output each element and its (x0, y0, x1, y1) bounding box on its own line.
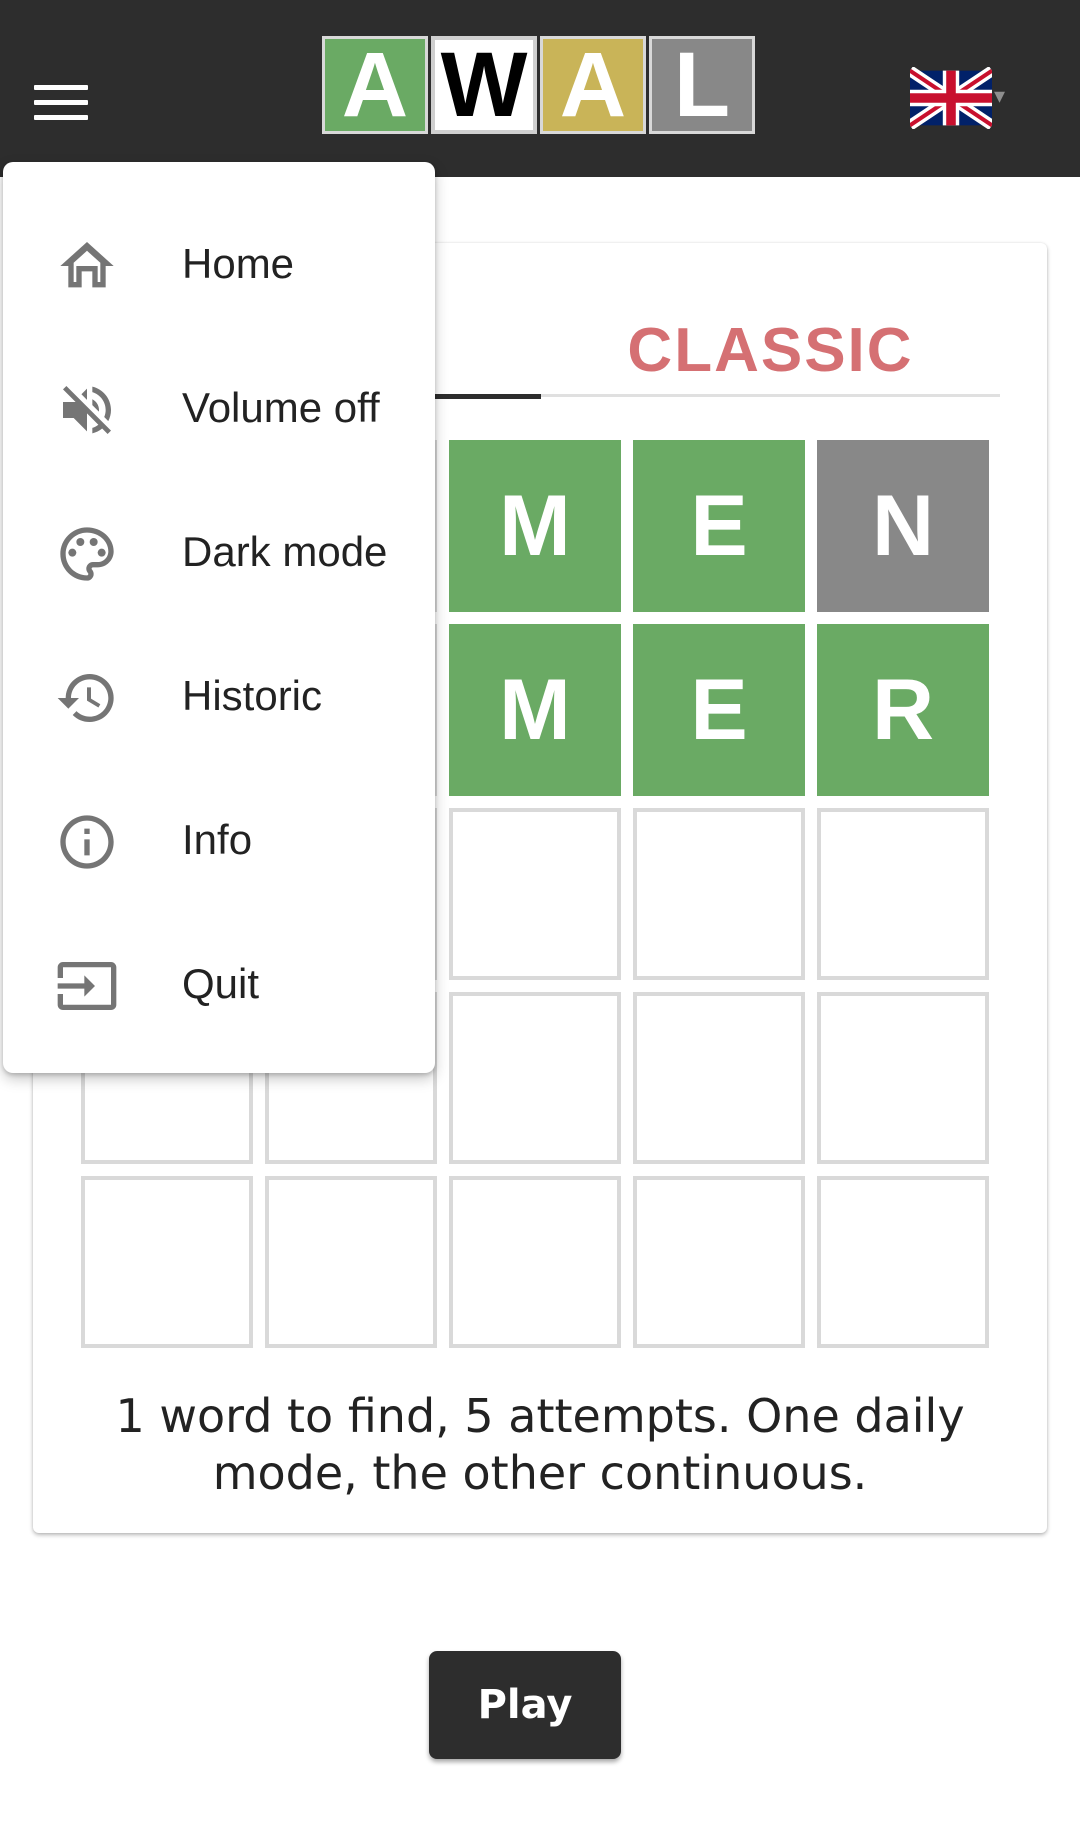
menu-item-label: Dark mode (182, 528, 388, 575)
grid-cell (633, 992, 805, 1164)
menu-item-quit[interactable]: Quit (3, 912, 435, 1056)
hamburger-line (34, 85, 88, 90)
play-button[interactable]: Play (429, 1651, 621, 1759)
logo-tile: A (322, 36, 428, 134)
menu-item-label: Quit (182, 960, 260, 1007)
grid-cell (449, 808, 621, 980)
grid-cell (449, 992, 621, 1164)
menu-item-label: Home (182, 240, 295, 287)
top-app-bar: A W A L ▾ (0, 0, 1080, 177)
menu-item-home[interactable]: Home (3, 192, 435, 336)
menu-item-label: Volume off (182, 384, 380, 431)
menu-item-label: Info (182, 816, 253, 863)
history-icon (55, 666, 119, 730)
grid-cell (449, 1176, 621, 1348)
mode-description: 1 word to find, 5 attempts. One daily mo… (93, 1388, 987, 1502)
exit-icon (55, 954, 119, 1018)
tab-classic[interactable]: CLASSIC (541, 303, 1000, 397)
menu-item-historic[interactable]: Historic (3, 624, 435, 768)
volume-off-icon (55, 378, 119, 442)
description-line: mode, the other continuous. (212, 1446, 868, 1500)
hamburger-menu-icon[interactable] (30, 80, 92, 128)
grid-cell (265, 1176, 437, 1348)
chevron-down-icon: ▾ (994, 83, 1006, 109)
grid-cell: E (633, 440, 805, 612)
hamburger-line (34, 115, 88, 120)
grid-cell (817, 1176, 989, 1348)
menu-item-info[interactable]: Info (3, 768, 435, 912)
grid-cell: M (449, 440, 621, 612)
grid-cell (817, 808, 989, 980)
grid-cell (633, 1176, 805, 1348)
menu-item-label: Historic (182, 672, 323, 719)
grid-cell: R (817, 624, 989, 796)
hamburger-line (34, 100, 88, 105)
logo-tile: W (431, 36, 537, 134)
uk-flag-icon (910, 67, 992, 129)
palette-icon (55, 522, 119, 586)
side-menu: Home Volume off Dark mode Historic Info … (3, 162, 435, 1073)
grid-cell (81, 1176, 253, 1348)
grid-cell: M (449, 624, 621, 796)
grid-cell: E (633, 624, 805, 796)
grid-cell (633, 808, 805, 980)
grid-cell (817, 992, 989, 1164)
menu-item-dark-mode[interactable]: Dark mode (3, 480, 435, 624)
description-line: 1 word to find, 5 attempts. One daily (115, 1389, 965, 1443)
info-icon (55, 810, 119, 874)
language-selector[interactable]: ▾ (910, 66, 1010, 130)
awal-logo: A W A L (322, 36, 755, 134)
logo-tile: A (540, 36, 646, 134)
menu-item-volume-off[interactable]: Volume off (3, 336, 435, 480)
grid-cell: N (817, 440, 989, 612)
home-icon (55, 234, 119, 298)
logo-tile: L (649, 36, 755, 134)
